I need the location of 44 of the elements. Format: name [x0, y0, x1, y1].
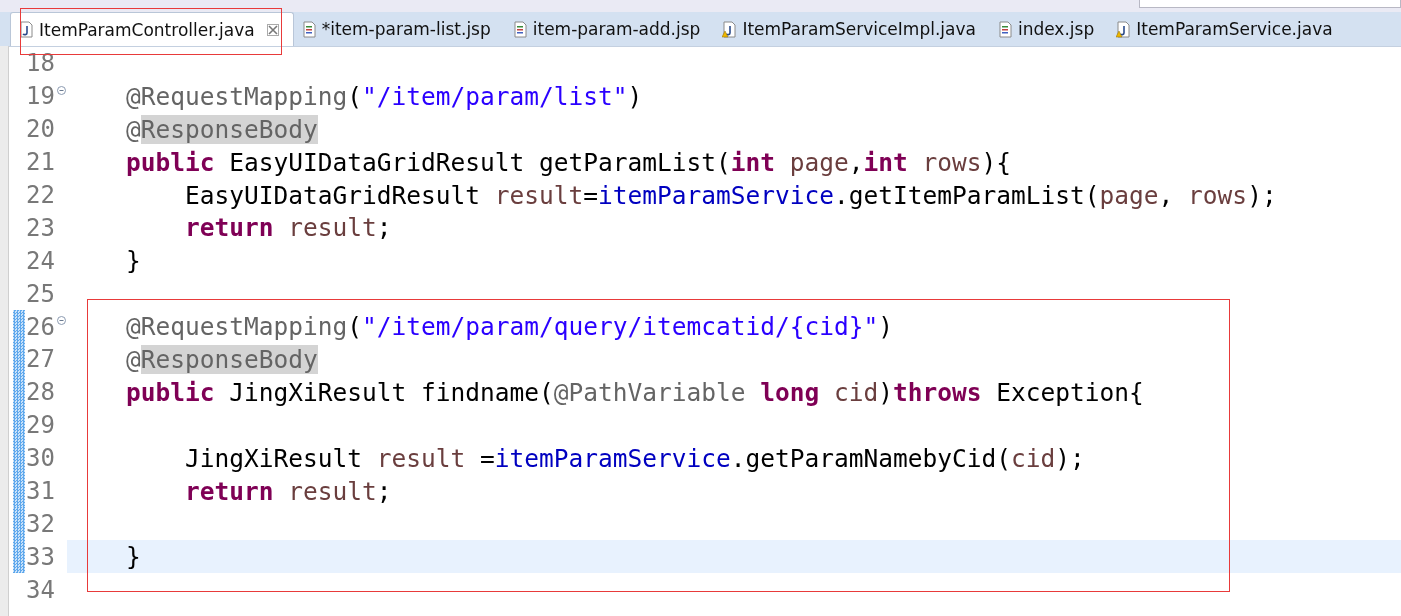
collapse-icon[interactable] [57, 316, 66, 326]
line-number: 22 [25, 181, 55, 209]
editor-tab[interactable]: index.jsp [989, 12, 1109, 46]
code-line: return result; [184, 213, 392, 243]
line-number: 27 [25, 345, 55, 374]
file-icon [722, 20, 737, 38]
code-line: return result; [184, 476, 392, 506]
file-icon [512, 20, 527, 38]
line-number: 29 [25, 411, 55, 440]
line-number: 28 [25, 378, 55, 407]
line-number: 34 [25, 575, 55, 604]
line-number: 21 [25, 148, 55, 177]
file-icon [301, 20, 316, 38]
editor-tab[interactable]: ItemParamServiceImpl.java [714, 12, 990, 46]
quick-access-field[interactable] [1139, 0, 1401, 8]
code-line: } [125, 246, 141, 276]
code-line: public JingXiResult findname(@PathVariable long cid)throws Exception{ [125, 377, 1144, 407]
code-line: public EasyUIDataGridResult getParamList(int page,int rows){ [125, 147, 1012, 177]
close-icon[interactable] [266, 23, 279, 36]
line-number: 32 [25, 509, 55, 538]
collapse-icon[interactable] [57, 85, 66, 95]
line-number: 23 [25, 213, 55, 242]
editor-tab[interactable]: item-param-add.jsp [504, 12, 715, 46]
editor-tab[interactable]: ItemParamController.java [10, 12, 294, 46]
code-line: JingXiResult result =itemParamService.getParamNamebyCid(cid); [184, 443, 1085, 473]
file-icon [1116, 20, 1131, 38]
code-line: } [125, 542, 141, 572]
line-number: 19 [25, 82, 55, 111]
line-number: 30 [25, 444, 55, 473]
code-line: EasyUIDataGridResult result=itemParamService.getItemParamList(page, rows); [184, 180, 1277, 210]
line-number: 26 [25, 312, 55, 341]
line-number: 20 [25, 115, 55, 144]
editor-tab[interactable]: ItemParamService.java [1108, 12, 1347, 46]
line-number: 25 [25, 279, 55, 308]
editor-tab[interactable]: *item-param-list.jsp [293, 12, 505, 46]
code-line: @ResponseBody [125, 114, 318, 144]
line-number: 31 [25, 477, 55, 505]
line-number: 33 [25, 542, 55, 571]
code-line: @ResponseBody [125, 344, 318, 374]
code-line: @RequestMapping("/item/param/query/itemcatid/{cid}") [125, 312, 894, 342]
code-line: @RequestMapping("/item/param/list") [125, 81, 643, 111]
file-icon [997, 20, 1012, 38]
line-number: 24 [25, 246, 55, 275]
file-icon [19, 21, 33, 38]
